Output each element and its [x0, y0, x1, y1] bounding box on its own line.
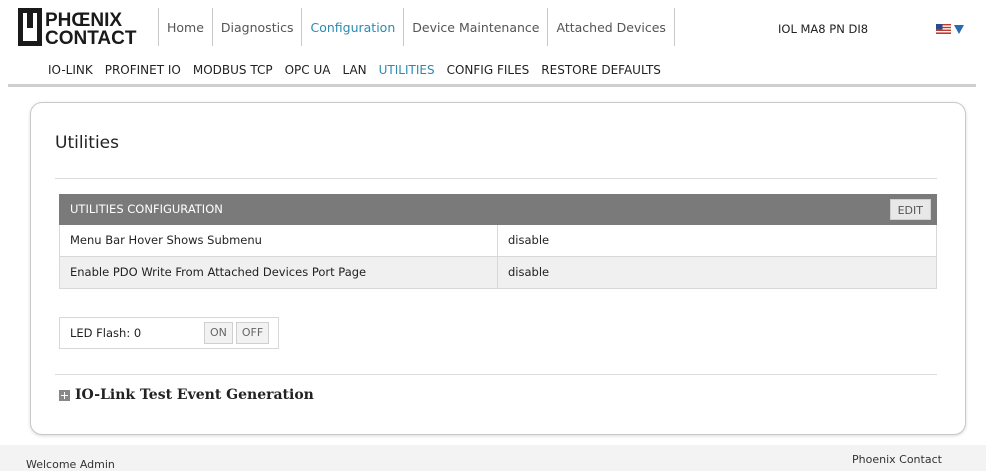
- subnav-modbus-tcp[interactable]: MODBUS TCP: [187, 61, 279, 86]
- nav-device-maintenance[interactable]: Device Maintenance: [403, 8, 547, 46]
- nav-attached-devices[interactable]: Attached Devices: [547, 8, 675, 46]
- subnav-restore-defaults[interactable]: RESTORE DEFAULTS: [535, 61, 667, 86]
- subnav-io-link[interactable]: IO-LINK: [42, 61, 99, 86]
- subnav-profinet-io[interactable]: PROFINET IO: [99, 61, 187, 86]
- config-value: disable: [508, 265, 550, 279]
- utilities-panel: Utilities UTILITIES CONFIGURATION EDIT M…: [30, 102, 966, 435]
- section-divider: [55, 374, 937, 375]
- nav-diagnostics[interactable]: Diagnostics: [211, 8, 302, 46]
- welcome-text: Welcome Admin: [26, 458, 115, 471]
- edit-button[interactable]: EDIT: [889, 199, 931, 220]
- top-bar: PHŒNIX CONTACT Home Diagnostics Configur…: [0, 0, 986, 61]
- subnav-lan[interactable]: LAN: [336, 61, 372, 86]
- event-section-title[interactable]: IO-Link Test Event Generation: [75, 387, 314, 403]
- sub-nav: IO-LINK PROFINET IO MODBUS TCP OPC UA LA…: [0, 61, 986, 86]
- device-name: IOL MA8 PN DI8: [778, 22, 869, 36]
- us-flag-icon[interactable]: [936, 24, 951, 34]
- utilities-config-table: UTILITIES CONFIGURATION EDIT Menu Bar Ho…: [59, 194, 937, 289]
- subnav-utilities[interactable]: UTILITIES: [373, 61, 441, 86]
- title-divider: [55, 178, 937, 179]
- table-row: Enable PDO Write From Attached Devices P…: [59, 257, 937, 289]
- footer: [0, 445, 986, 471]
- led-off-button[interactable]: OFF: [235, 322, 270, 344]
- io-link-test-event-toggle[interactable]: IO-Link Test Event Generation: [59, 387, 314, 403]
- led-flash-label: LED Flash: 0: [70, 326, 142, 340]
- led-on-button[interactable]: ON: [204, 322, 233, 344]
- config-key: Menu Bar Hover Shows Submenu: [60, 225, 498, 256]
- footer-brand: Phoenix Contact: [852, 453, 942, 466]
- main-nav: Home Diagnostics Configuration Device Ma…: [158, 8, 675, 46]
- table-row: Menu Bar Hover Shows Submenu disable: [59, 225, 937, 257]
- page-title: Utilities: [55, 133, 119, 153]
- expand-plus-icon[interactable]: [59, 389, 70, 401]
- nav-configuration[interactable]: Configuration: [301, 8, 403, 46]
- config-table-title: UTILITIES CONFIGURATION: [70, 202, 223, 216]
- logo-line2: CONTACT: [45, 28, 137, 47]
- subnav-divider: [8, 84, 976, 87]
- phoenix-contact-logo[interactable]: PHŒNIX CONTACT: [18, 7, 144, 47]
- config-value: disable: [508, 233, 550, 247]
- config-table-header: UTILITIES CONFIGURATION EDIT: [59, 194, 937, 225]
- subnav-opc-ua[interactable]: OPC UA: [279, 61, 337, 86]
- language-dropdown-arrow-icon[interactable]: [953, 22, 965, 36]
- config-key: Enable PDO Write From Attached Devices P…: [60, 257, 498, 288]
- nav-home[interactable]: Home: [158, 8, 212, 46]
- subnav-config-files[interactable]: CONFIG FILES: [441, 61, 536, 86]
- led-flash-control: LED Flash: 0 ON OFF: [59, 317, 279, 349]
